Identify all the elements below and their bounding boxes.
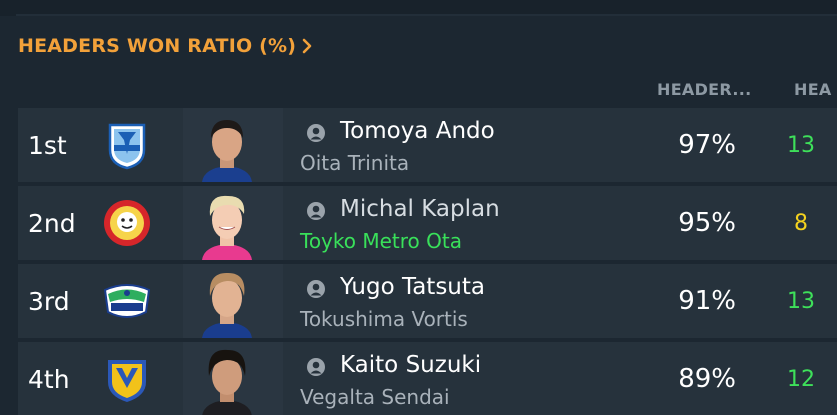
rank-label: 3rd xyxy=(28,286,70,316)
player-name[interactable]: Tomoya Ando xyxy=(340,118,495,144)
widget-title: HEADERS WON RATIO (%) xyxy=(18,35,297,57)
rank-label: 4th xyxy=(28,364,70,394)
headers-won-ratio-value: 95% xyxy=(678,208,736,238)
chevron-right-icon xyxy=(302,38,312,54)
widget-title-link[interactable]: HEADERS WON RATIO (%) xyxy=(18,33,314,59)
column-header-headers-ratio[interactable]: HEADER... xyxy=(657,80,753,99)
person-icon xyxy=(307,280,325,298)
club-name[interactable]: Oita Trinita xyxy=(300,151,409,175)
person-icon xyxy=(307,202,325,220)
ranking-row[interactable]: 4th Kaito Suzuki Vegalta Sendai 89% 12 xyxy=(18,342,837,415)
ranking-list: 1st Tomoya Ando Oita Trinita 97% 13 2nd xyxy=(18,108,837,415)
headers-won-ratio-value: 89% xyxy=(678,364,736,394)
player-photo[interactable] xyxy=(198,344,256,415)
player-photo[interactable] xyxy=(198,188,256,260)
club-name[interactable]: Tokushima Vortis xyxy=(300,307,468,331)
headers-won-value: 13 xyxy=(787,132,815,158)
headers-won-value: 13 xyxy=(787,288,815,314)
club-badge-icon xyxy=(103,284,151,318)
ranking-row[interactable]: 3rd Yugo Tatsuta Tokushima Vortis 91% 13 xyxy=(18,264,837,338)
ranking-row[interactable]: 1st Tomoya Ando Oita Trinita 97% 13 xyxy=(18,108,837,182)
rank-label: 1st xyxy=(28,130,67,160)
column-header-headers-won[interactable]: HEA xyxy=(794,80,837,99)
club-name[interactable]: Toyko Metro Ota xyxy=(300,229,462,253)
ranking-row[interactable]: 2nd Michal Kaplan Toyko Metro Ota 95% 8 xyxy=(18,186,837,260)
headers-won-value: 8 xyxy=(794,210,808,236)
club-badge-icon xyxy=(108,123,146,170)
rank-label: 2nd xyxy=(28,208,76,238)
headers-won-ratio-value: 97% xyxy=(678,130,736,160)
player-name[interactable]: Kaito Suzuki xyxy=(340,352,481,378)
person-icon xyxy=(307,358,325,376)
player-photo[interactable] xyxy=(198,110,256,182)
panel-top-edge xyxy=(16,14,837,16)
person-icon xyxy=(307,124,325,142)
player-photo[interactable] xyxy=(198,266,256,338)
player-name[interactable]: Yugo Tatsuta xyxy=(340,274,485,300)
club-badge-icon xyxy=(108,360,146,402)
player-name[interactable]: Michal Kaplan xyxy=(340,196,500,222)
club-badge-icon xyxy=(104,200,150,246)
headers-won-value: 12 xyxy=(787,366,815,392)
club-name[interactable]: Vegalta Sendai xyxy=(300,385,450,409)
headers-won-ratio-value: 91% xyxy=(678,286,736,316)
